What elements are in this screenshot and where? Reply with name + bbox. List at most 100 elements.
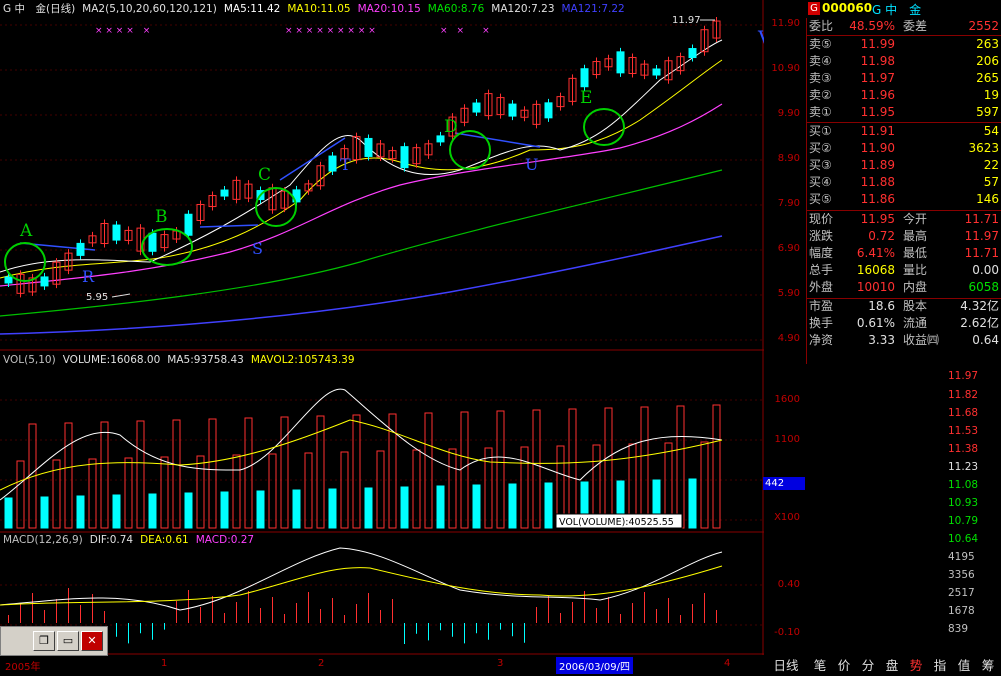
quote-label: 换手 bbox=[809, 316, 834, 330]
quote-label: 涨跌 bbox=[809, 229, 834, 243]
tab-5[interactable]: 势 bbox=[905, 656, 927, 675]
vol-mavol2: MAVOL2:105743.39 bbox=[250, 354, 355, 366]
price-header: G 中 金(日线) MA2(5,10,20,60,120,121) MA5:11.4… bbox=[3, 3, 632, 16]
macd-tick: 0.40 bbox=[777, 579, 800, 590]
ma10-value: MA10:11.05 bbox=[287, 3, 351, 15]
quote-value-2: 146 bbox=[976, 192, 999, 206]
quote-value-2: 22 bbox=[983, 158, 999, 172]
volume-bar bbox=[436, 485, 445, 529]
window-controls: ❐ ▭ ✕ bbox=[0, 626, 108, 656]
stock-code: 000060 bbox=[822, 1, 873, 15]
volume-bar bbox=[472, 484, 481, 529]
quote-value: 11.99 bbox=[860, 37, 895, 51]
quote-label: 卖① bbox=[809, 105, 832, 119]
date-m1: 1 bbox=[161, 658, 168, 669]
tab-4[interactable]: 盘 bbox=[881, 656, 903, 675]
vol-ma5: MA5:93758.43 bbox=[167, 354, 244, 366]
quote-label-2: 最高 bbox=[903, 229, 928, 243]
date-m4: 4 bbox=[724, 658, 731, 669]
ma20-value: MA20:10.15 bbox=[357, 3, 421, 15]
quote-label: 总手 bbox=[809, 263, 834, 277]
label-v: V bbox=[757, 26, 764, 50]
label-c: C bbox=[258, 165, 271, 185]
tab-0[interactable]: 日线 bbox=[768, 656, 804, 675]
label-t: T bbox=[340, 155, 351, 174]
minimize-button[interactable]: ▭ bbox=[57, 631, 79, 651]
tab-1[interactable]: 笔 bbox=[809, 656, 831, 675]
price-tick: 9.90 bbox=[777, 108, 800, 119]
sell-row: 卖② 11.96 19 bbox=[807, 87, 1001, 104]
quote-value: 10010 bbox=[856, 280, 895, 294]
macd-dea: DEA:0.61 bbox=[140, 534, 189, 546]
macd-header: MACD(12,26,9) DIF:0.74 DEA:0.61 MACD:0.27 bbox=[3, 534, 261, 547]
quote-value-2: 11.71 bbox=[964, 212, 999, 226]
sell-row: 卖① 11.95 597 bbox=[807, 104, 1001, 121]
stat-row: 涨跌 0.72 最高 11.97 bbox=[807, 228, 1001, 245]
label-r: R bbox=[82, 267, 95, 286]
label-u: U bbox=[525, 155, 538, 174]
sell-row: 卖⑤ 11.99 263 bbox=[807, 36, 1001, 53]
volume-bar bbox=[508, 483, 517, 529]
price-tick: 5.90 bbox=[777, 288, 800, 299]
quote-label: 卖② bbox=[809, 88, 832, 102]
intraday-tick: 4195 bbox=[948, 551, 975, 563]
buy-row: 买② 11.90 3623 bbox=[807, 140, 1001, 157]
label-d: D bbox=[444, 117, 458, 137]
volume-bar bbox=[76, 495, 85, 529]
quote-label-2: 委差 bbox=[903, 19, 928, 33]
weibi-row: 委比 48.59% 委差 2552 bbox=[807, 18, 1001, 35]
price-tick: 10.90 bbox=[771, 63, 800, 74]
vol-marker: 442 bbox=[763, 477, 805, 490]
quote-label-2: 最低 bbox=[903, 246, 928, 260]
volume-bar bbox=[256, 490, 265, 529]
quote-label: 买④ bbox=[809, 175, 832, 189]
code-badge: G bbox=[808, 2, 820, 15]
buy-row: 买⑤ 11.86 146 bbox=[807, 191, 1001, 208]
intraday-tick: 3356 bbox=[948, 569, 975, 581]
quote-label: 净资 bbox=[809, 333, 834, 347]
ma60-value: MA60:8.76 bbox=[427, 3, 485, 15]
price-tick: 6.90 bbox=[777, 243, 800, 254]
tab-8[interactable]: 筹 bbox=[977, 656, 999, 675]
intraday-tick: 1678 bbox=[948, 605, 975, 617]
price-tick: 4.90 bbox=[777, 333, 800, 344]
tab-3[interactable]: 分 bbox=[857, 656, 879, 675]
quote-label-2: 量比 bbox=[903, 263, 928, 277]
stat-row: 幅度 6.41% 最低 11.71 bbox=[807, 245, 1001, 262]
volume-bar bbox=[184, 492, 193, 529]
quote-label-2: 内盘 bbox=[903, 280, 928, 294]
quote-label: 外盘 bbox=[809, 280, 834, 294]
quote-label: 卖④ bbox=[809, 54, 832, 68]
quote-label: 现价 bbox=[809, 212, 834, 226]
quote-value: 11.96 bbox=[860, 88, 895, 102]
quote-value-2: 11.97 bbox=[964, 229, 999, 243]
quote-value: 11.95 bbox=[860, 212, 895, 226]
tab-6[interactable]: 指 bbox=[929, 656, 951, 675]
quote-value: 0.72 bbox=[868, 229, 895, 243]
volume-bar bbox=[220, 491, 229, 529]
quote-label: 卖③ bbox=[809, 71, 832, 85]
finance-row: 净资 3.33 收益㈣ 0.64 bbox=[807, 332, 1001, 349]
volume-bar bbox=[328, 488, 337, 529]
quote-value: 0.61% bbox=[856, 316, 895, 330]
stock-title: G 中 金(日线) bbox=[3, 3, 76, 15]
vol-tooltip: VOL(VOLUME):40525.55 bbox=[559, 517, 674, 528]
quote-label: 委比 bbox=[809, 19, 834, 33]
high-price-label: 11.97 bbox=[672, 15, 701, 26]
tab-2[interactable]: 价 bbox=[833, 656, 855, 675]
quote-value-2: 2.62亿 bbox=[960, 316, 999, 330]
macd-value: MACD:0.27 bbox=[195, 534, 255, 546]
kline-chart[interactable]: A B C D E R S T U V 5.95 11.97 × × × × ×… bbox=[0, 0, 764, 655]
vol-label: VOL(5,10) bbox=[3, 354, 56, 366]
macd-tick: -0.10 bbox=[774, 627, 800, 638]
quote-label: 市盈 bbox=[809, 299, 834, 313]
stat-row: 外盘 10010 内盘 6058 bbox=[807, 279, 1001, 296]
quote-value: 18.6 bbox=[868, 299, 895, 313]
tab-7[interactable]: 值 bbox=[953, 656, 975, 675]
restore-button[interactable]: ❐ bbox=[33, 631, 55, 651]
quote-value-2: 0.64 bbox=[972, 333, 999, 347]
volume-bar bbox=[292, 489, 301, 529]
close-button[interactable]: ✕ bbox=[81, 631, 103, 651]
intraday-tick: 11.97 bbox=[948, 370, 979, 382]
quote-value-2: 57 bbox=[983, 175, 999, 189]
